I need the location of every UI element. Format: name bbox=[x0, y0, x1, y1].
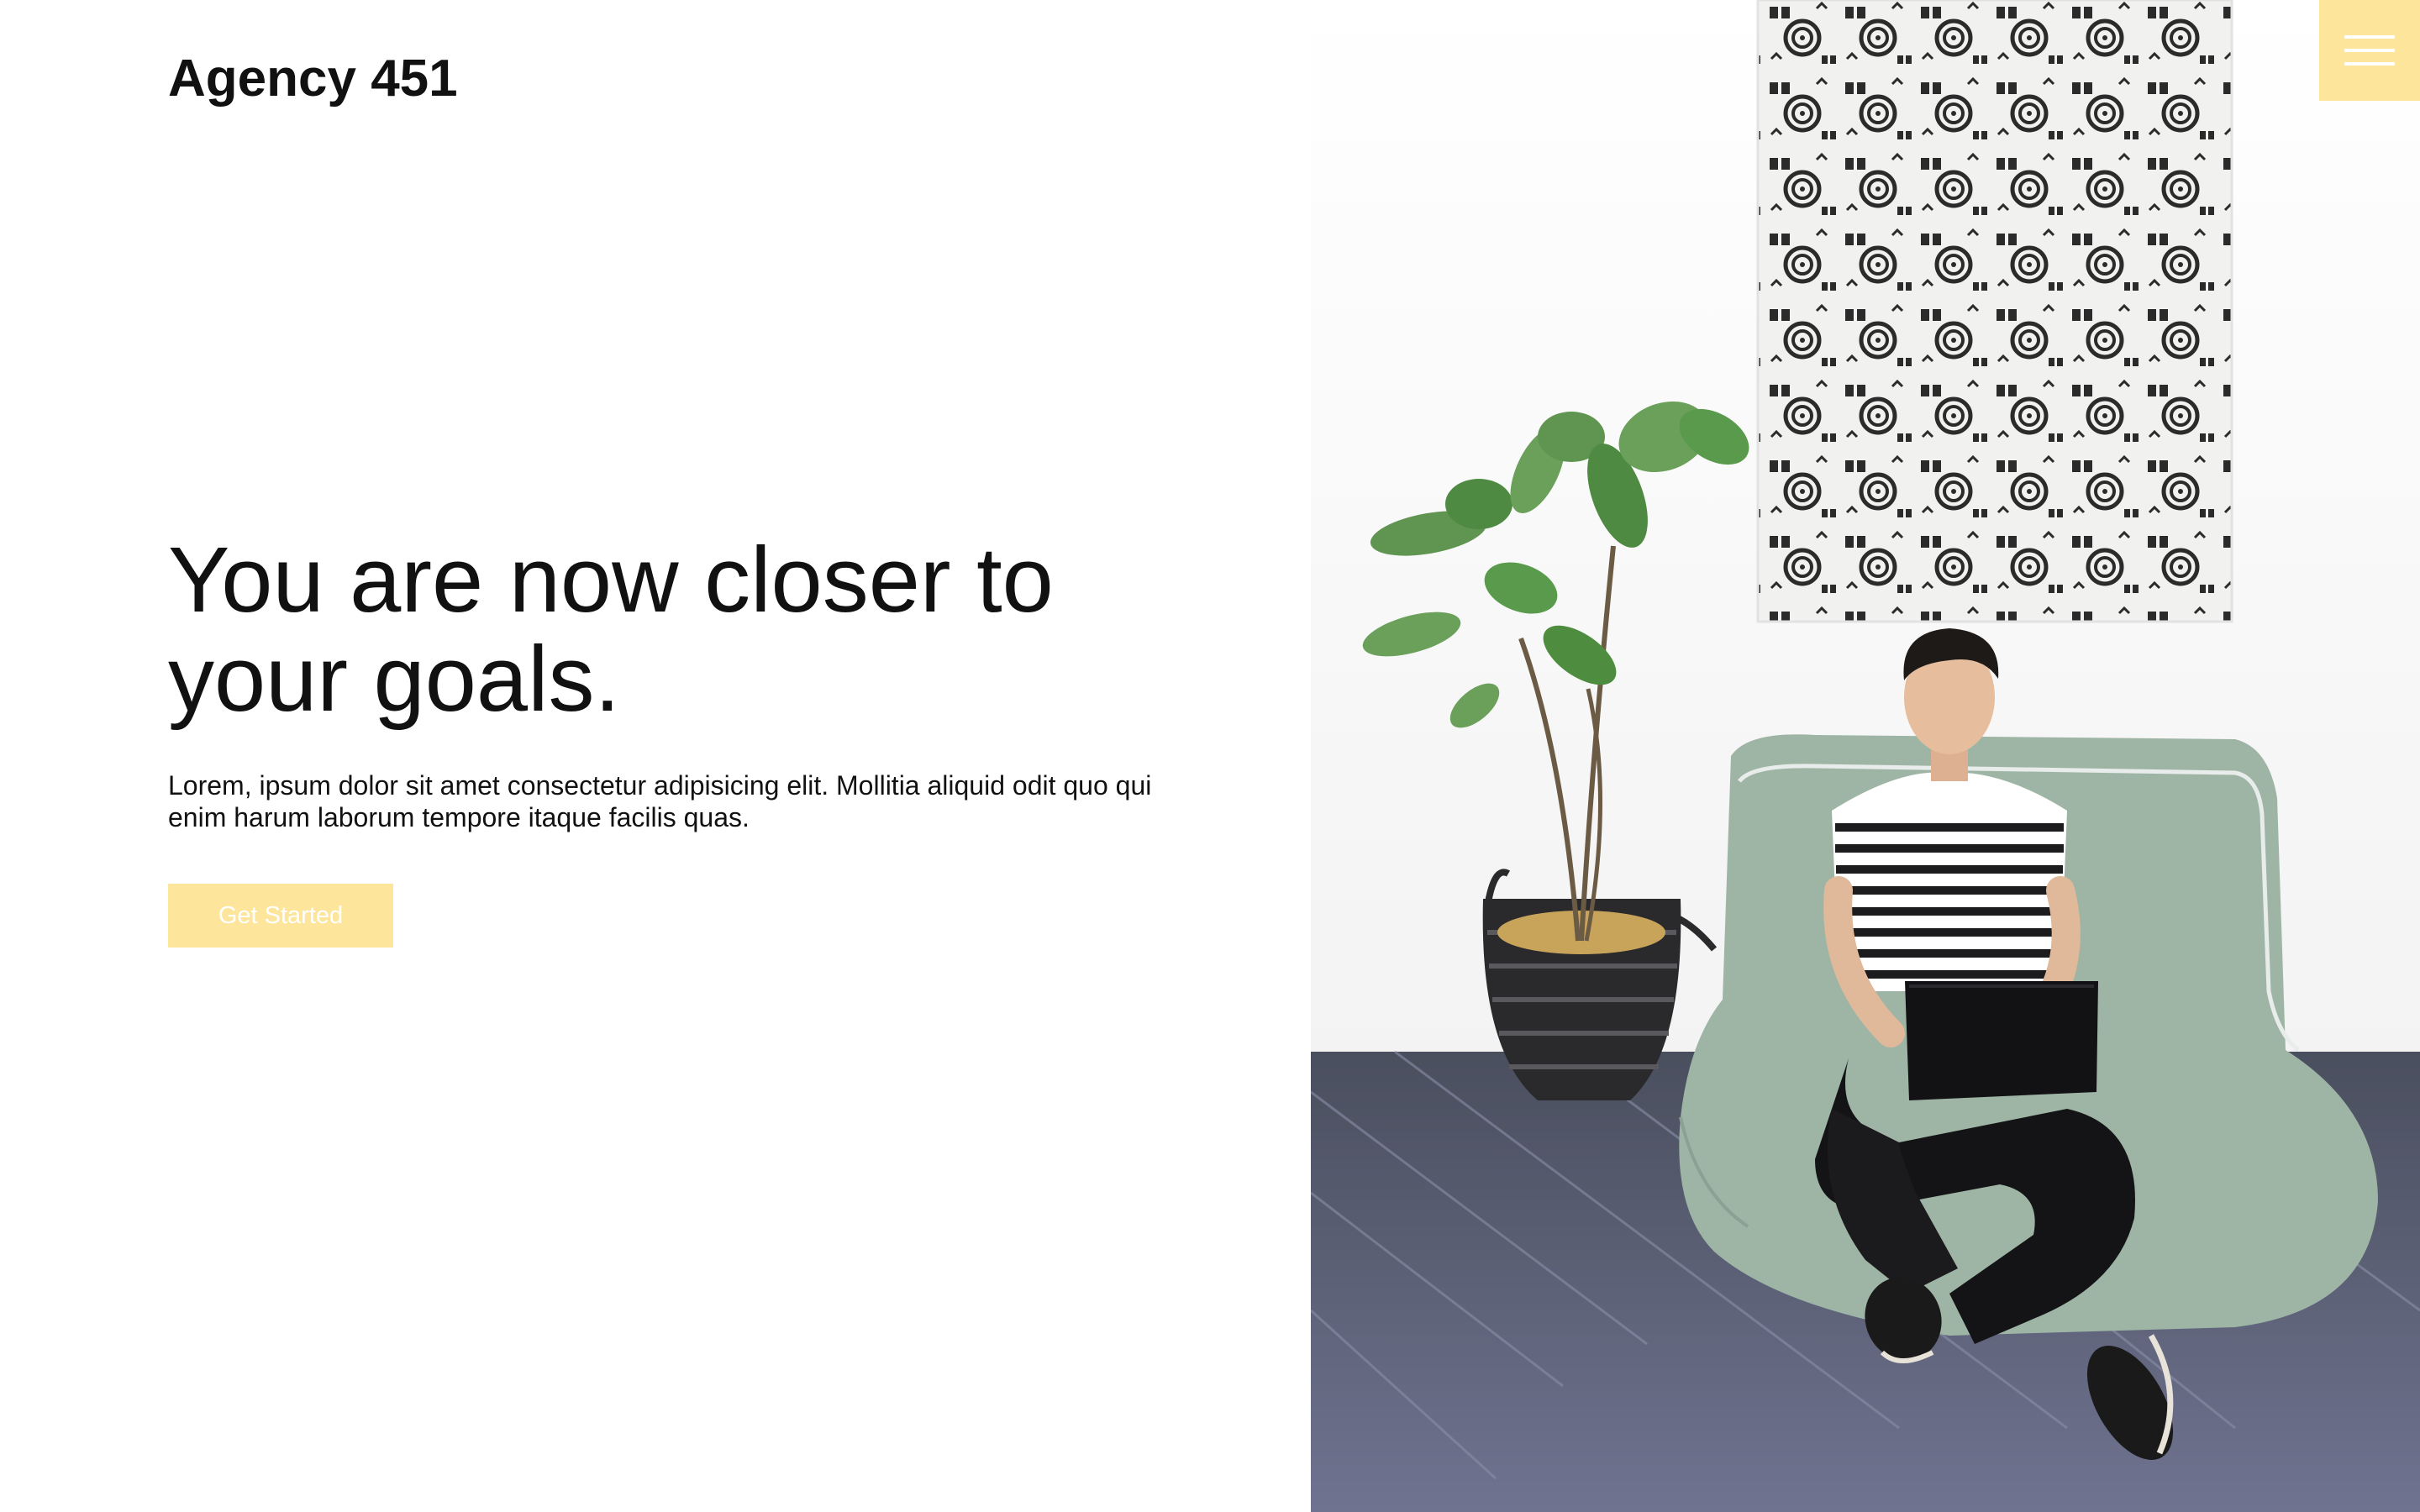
hamburger-menu-icon[interactable] bbox=[2319, 0, 2420, 101]
menu-bar-bottom bbox=[2344, 62, 2395, 66]
get-started-button[interactable]: Get Started bbox=[168, 884, 393, 948]
brand-logo[interactable]: Agency 451 bbox=[168, 49, 458, 108]
hero-title: You are now closer to your goals. bbox=[168, 528, 1054, 731]
wall-art bbox=[1756, 0, 2233, 623]
hero-description: Lorem, ipsum dolor sit amet consectetur … bbox=[168, 770, 1152, 832]
landing-page: Agency 451 You are now closer to your go… bbox=[0, 0, 2420, 1512]
hero-photo bbox=[1311, 0, 2420, 1512]
hero-section: You are now closer to your goals. Lorem,… bbox=[168, 531, 1176, 948]
menu-bar-top bbox=[2344, 35, 2395, 39]
menu-bar-middle bbox=[2344, 49, 2395, 52]
